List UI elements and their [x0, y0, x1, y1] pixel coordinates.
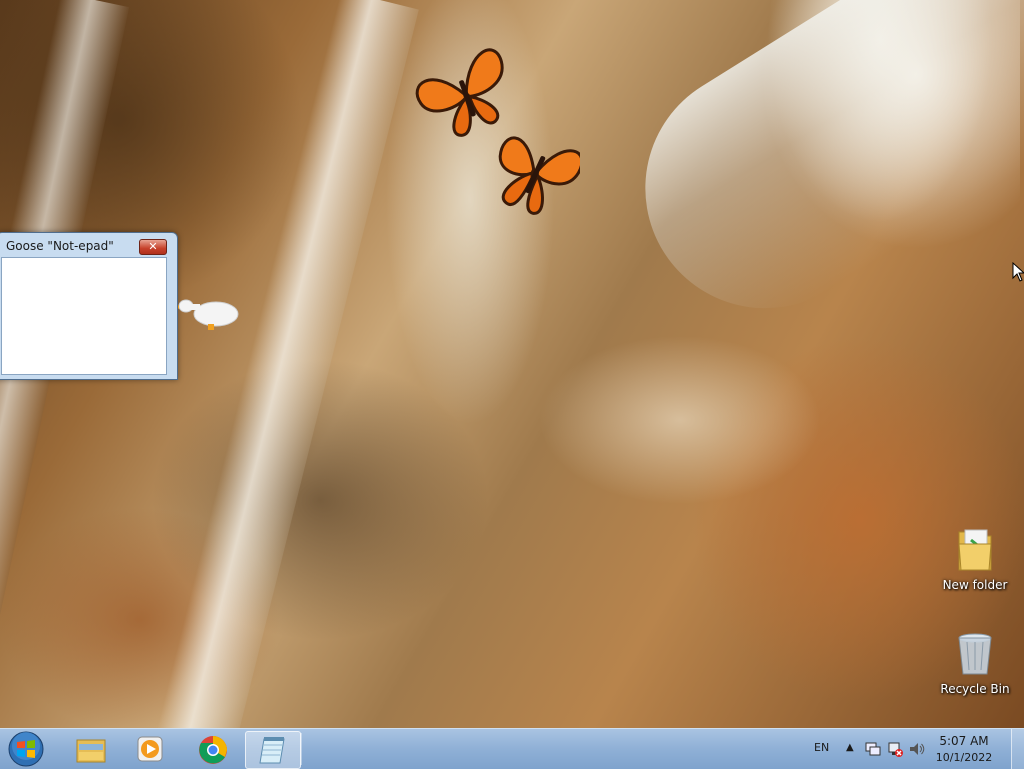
- chrome-icon: [199, 736, 227, 764]
- taskbar-chrome[interactable]: [185, 731, 239, 767]
- media-player-icon: [137, 736, 163, 762]
- wallpaper-streak: [600, 0, 1024, 354]
- desktop-icon-label: Recycle Bin: [940, 682, 1010, 696]
- wallpaper-highlight: [760, 0, 1020, 250]
- desktop-icon-label: New folder: [942, 578, 1008, 592]
- taskbar-media-player[interactable]: [122, 731, 176, 767]
- taskbar-windows-explorer[interactable]: [63, 731, 117, 767]
- taskbar-separator: [300, 733, 302, 765]
- close-icon: ✕: [148, 240, 158, 253]
- taskbar-notepad[interactable]: [245, 731, 301, 769]
- desktop-icon-recycle-bin[interactable]: Recycle Bin: [939, 630, 1011, 696]
- butterfly-icon: [498, 136, 580, 215]
- taskbar: EN ▲ 5:07 AM 10/1/2022: [0, 728, 1024, 769]
- language-indicator[interactable]: EN: [814, 741, 829, 754]
- start-button[interactable]: [6, 730, 46, 768]
- notepad-icon: [259, 737, 285, 764]
- recycle-bin-icon: [958, 633, 992, 675]
- desktop-icon-new-folder[interactable]: New folder: [939, 526, 1011, 592]
- goose-notepad-window[interactable]: Goose "Not-epad" ✕: [0, 232, 178, 380]
- clock-time[interactable]: 5:07 AM: [934, 734, 994, 748]
- system-tray: EN ▲ 5:07 AM 10/1/2022: [802, 729, 1024, 769]
- window-text-area[interactable]: [1, 257, 167, 375]
- wallpaper-streak: [157, 0, 419, 728]
- window-titlebar[interactable]: Goose "Not-epad" ✕: [0, 233, 177, 257]
- close-button[interactable]: ✕: [139, 239, 167, 255]
- clock-date[interactable]: 10/1/2022: [934, 751, 994, 764]
- folder-icon: [76, 739, 106, 763]
- window-title: Goose "Not-epad": [6, 239, 114, 253]
- goose-icon: [178, 299, 239, 330]
- volume-icon[interactable]: [908, 740, 926, 758]
- folder-icon: [958, 529, 992, 571]
- desktop-background: Goose "Not-epad" ✕ New folder Recycle Bi…: [0, 0, 1024, 728]
- network-icon[interactable]: [886, 740, 904, 758]
- show-hidden-icons-button[interactable]: ▲: [846, 742, 854, 753]
- show-desktop-button[interactable]: [1011, 729, 1024, 769]
- mouse-cursor-icon: [1012, 262, 1024, 282]
- action-center-icon[interactable]: [864, 740, 882, 758]
